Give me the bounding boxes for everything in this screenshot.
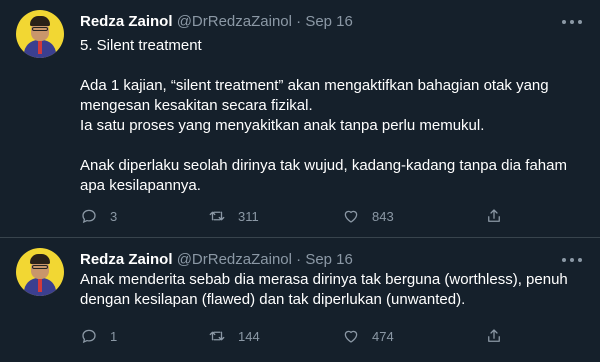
avatar-hair — [30, 254, 50, 264]
like-button[interactable]: 474 — [342, 326, 394, 346]
avatar-hair — [30, 16, 50, 26]
retweet-icon — [209, 331, 225, 341]
more-icon[interactable] — [562, 14, 582, 30]
retweet-count: 311 — [238, 208, 259, 224]
retweet-button[interactable]: 311 — [208, 206, 259, 226]
author-name[interactable]: Redza Zainol — [80, 13, 173, 30]
avatar-tie — [38, 40, 42, 54]
avatar-glasses — [32, 265, 48, 269]
header-separator: · — [296, 251, 302, 268]
share-button[interactable] — [485, 206, 503, 226]
reply-button[interactable]: 3 — [80, 206, 117, 226]
like-button[interactable]: 843 — [342, 206, 394, 226]
avatar-tie — [38, 278, 42, 292]
reply-icon — [82, 329, 96, 344]
tweet-text: 5. Silent treatment Ada 1 kajian, “silen… — [80, 37, 567, 194]
tweet-feed: Redza Zainol @DrRedzaZainol · Sep 16 5. … — [0, 0, 600, 362]
share-icon — [488, 209, 500, 222]
reply-icon — [82, 209, 96, 224]
like-count: 843 — [372, 208, 394, 224]
tweet-date[interactable]: Sep 16 — [305, 13, 353, 30]
tweet-actions: 1 144 474 — [80, 326, 520, 346]
header-separator: · — [296, 13, 302, 30]
share-button[interactable] — [485, 326, 503, 346]
avatar[interactable] — [16, 10, 64, 58]
author-handle[interactable]: @DrRedzaZainol — [177, 13, 292, 30]
reply-count: 3 — [110, 208, 118, 224]
retweet-count: 144 — [238, 328, 260, 344]
tweet-header: Redza Zainol @DrRedzaZainol · Sep 16 — [80, 12, 353, 32]
tweet-date[interactable]: Sep 16 — [305, 251, 353, 268]
avatar-glasses — [32, 27, 48, 31]
author-name[interactable]: Redza Zainol — [80, 251, 173, 268]
avatar[interactable] — [16, 248, 64, 296]
reply-button[interactable]: 1 — [80, 326, 117, 346]
retweet-icon — [209, 211, 225, 221]
tweet-text: Anak menderita sebab dia merasa dirinya … — [80, 271, 568, 308]
share-icon — [488, 329, 500, 342]
more-icon[interactable] — [562, 252, 582, 268]
author-handle[interactable]: @DrRedzaZainol — [177, 251, 292, 268]
tweet-header: Redza Zainol @DrRedzaZainol · Sep 16 — [80, 250, 353, 270]
reply-count: 1 — [110, 328, 118, 344]
like-count: 474 — [372, 328, 394, 344]
retweet-button[interactable]: 144 — [208, 326, 260, 346]
tweet[interactable]: Redza Zainol @DrRedzaZainol · Sep 16 5. … — [0, 0, 600, 238]
heart-icon — [344, 330, 358, 343]
tweet-actions: 3 311 843 — [80, 206, 520, 226]
heart-icon — [344, 210, 358, 223]
